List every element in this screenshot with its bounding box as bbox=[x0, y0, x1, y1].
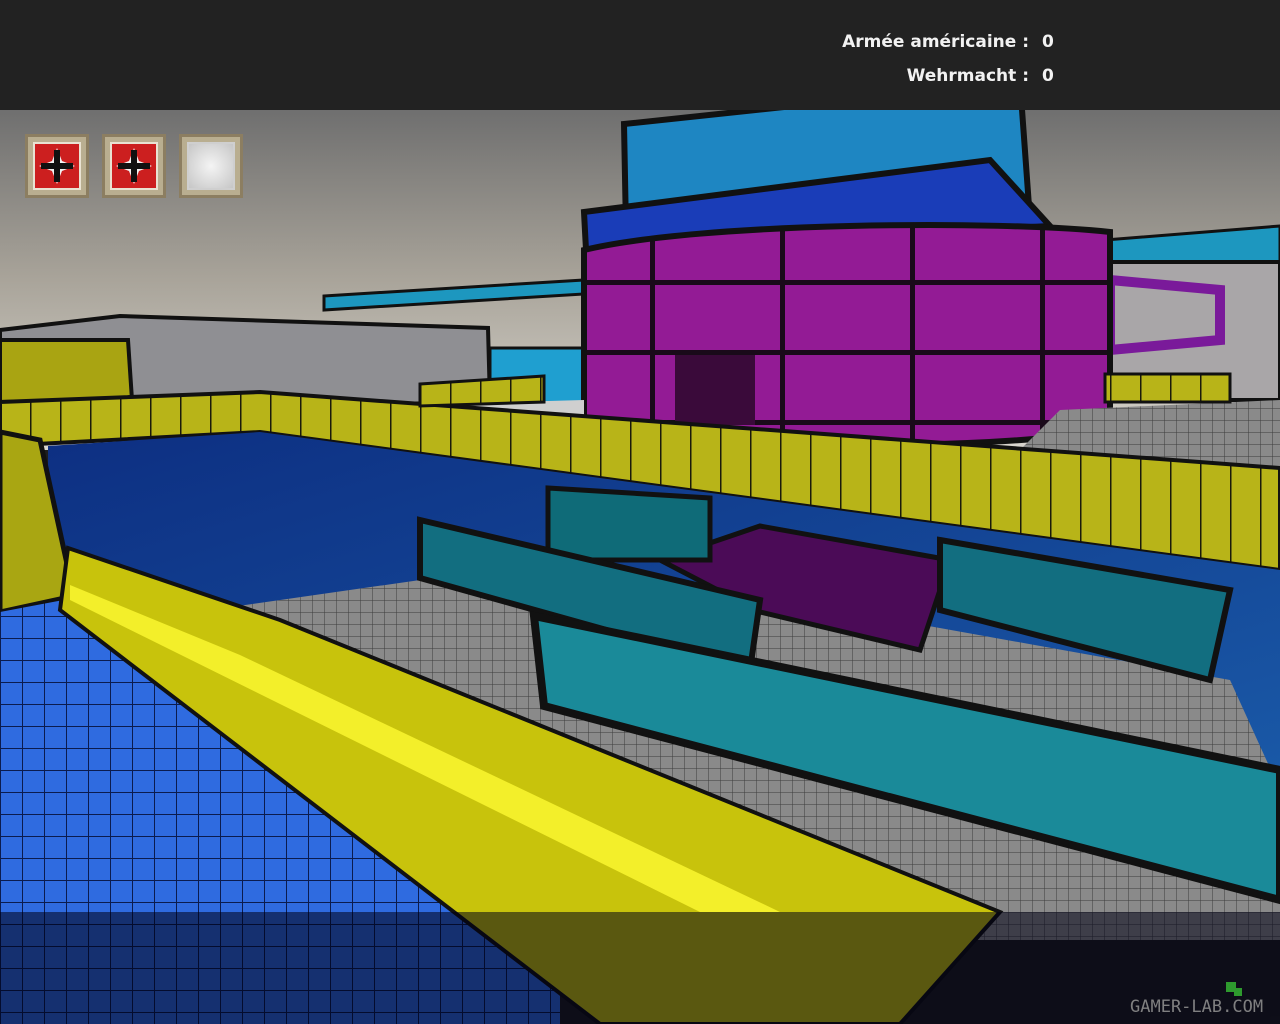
bottom-hud-shade bbox=[0, 912, 1280, 1024]
team-allies-score: 0 bbox=[1042, 32, 1054, 52]
watermark-text: GAMER-LAB.COM bbox=[1130, 997, 1263, 1017]
left-yellow-block bbox=[0, 338, 135, 405]
flag-status-2 bbox=[102, 134, 166, 198]
iron-cross-icon bbox=[116, 148, 152, 184]
tower-doorway bbox=[675, 355, 755, 425]
magenta-tower bbox=[581, 222, 1113, 448]
score-row-axis: Wehrmacht : 0 bbox=[0, 66, 1280, 88]
watermark-logo: GAMER-LAB.COM bbox=[1130, 982, 1263, 1017]
iron-cross-icon bbox=[39, 148, 75, 184]
neutral-flag-icon bbox=[187, 142, 235, 190]
team-allies-label: Armée américaine : bbox=[842, 32, 1029, 52]
flag-status-1 bbox=[25, 134, 89, 198]
team-axis-label: Wehrmacht : bbox=[906, 66, 1029, 86]
railing-top-right bbox=[1103, 372, 1232, 404]
flag-status-3 bbox=[179, 134, 243, 198]
scoreboard-bar: Armée américaine : 0 Wehrmacht : 0 bbox=[0, 0, 1280, 110]
score-row-allies: Armée américaine : 0 bbox=[0, 32, 1280, 54]
pit-cyan-block-back bbox=[545, 485, 713, 563]
team-axis-score: 0 bbox=[1042, 66, 1054, 86]
